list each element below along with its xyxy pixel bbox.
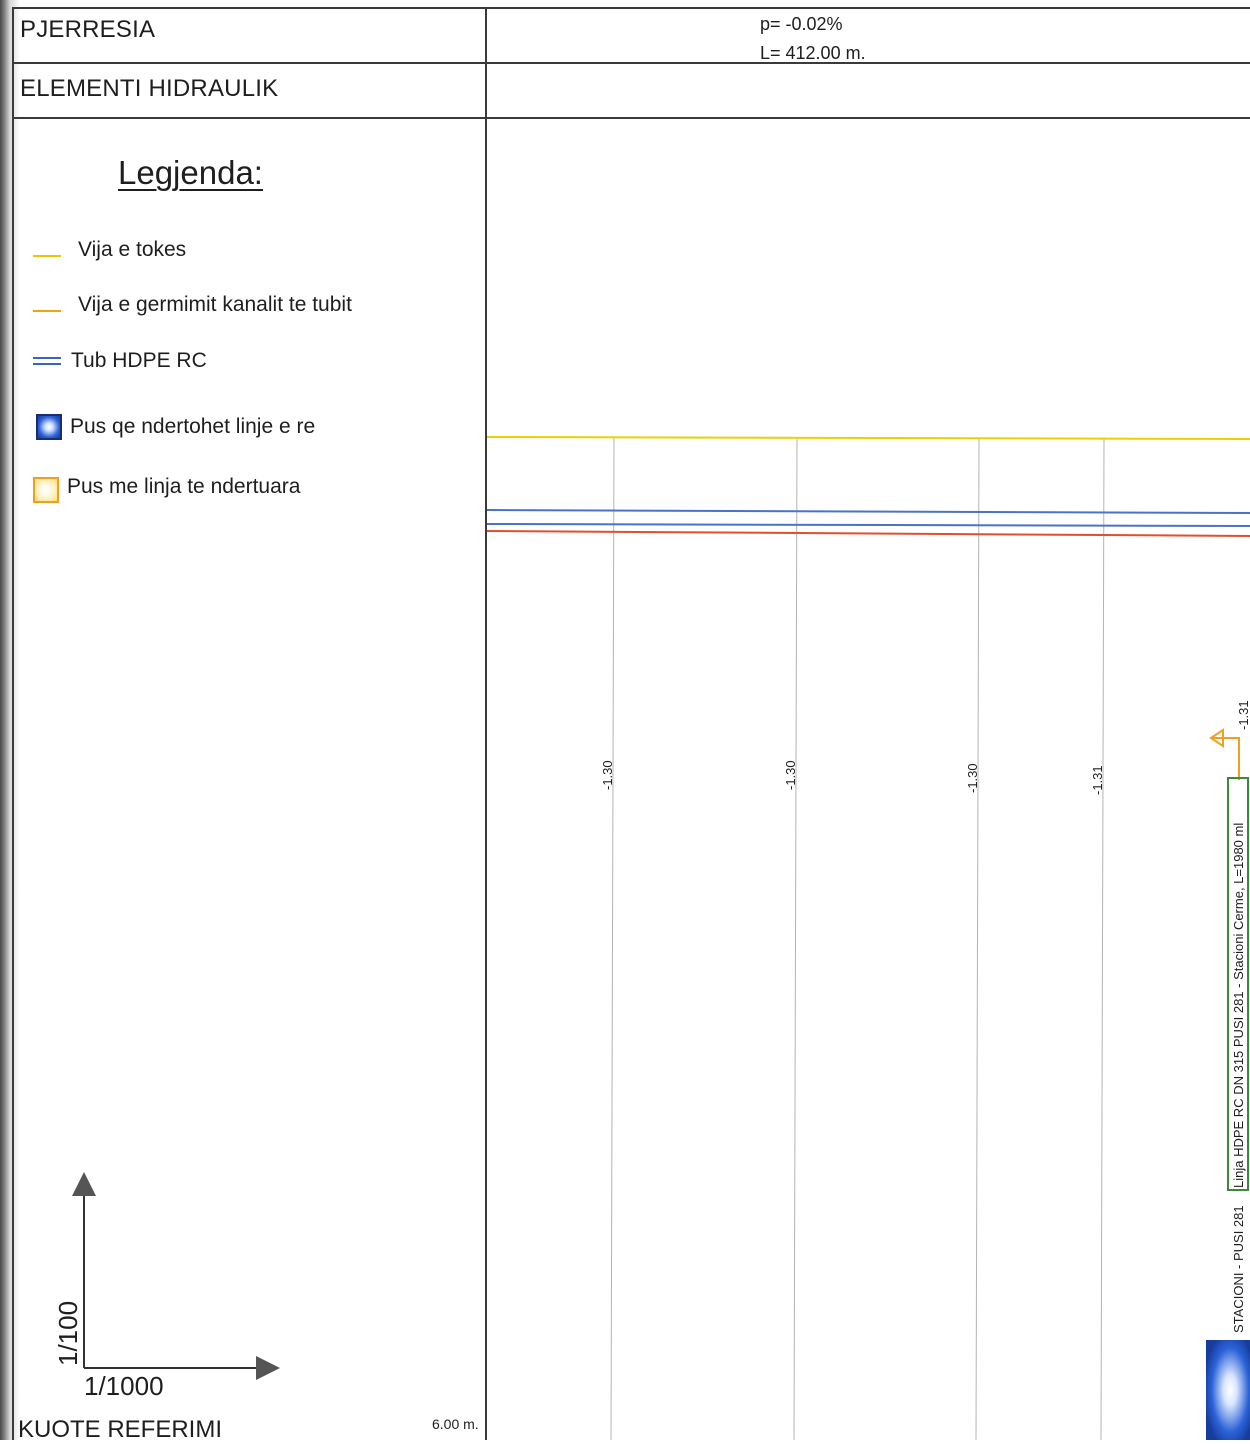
orange-line-icon bbox=[33, 310, 61, 312]
scan-edge-shadow bbox=[0, 0, 20, 1440]
depth-label: -1.31 bbox=[1236, 700, 1250, 730]
top-border bbox=[12, 7, 1250, 9]
depth-label: -1.30 bbox=[783, 760, 798, 790]
reference-value: 6.00 m. bbox=[432, 1416, 479, 1432]
well-symbol-icon bbox=[1206, 1340, 1250, 1440]
pipe-top-line bbox=[487, 509, 1250, 514]
legend-label: Pus qe ndertohet linje e re bbox=[70, 415, 316, 438]
legend-item-ground-line: Vija e tokes bbox=[33, 238, 186, 262]
row-label-hydraulic: ELEMENTI HIDRAULIK bbox=[20, 75, 279, 102]
legend-item-pipe: Tub HDPE RC bbox=[33, 349, 207, 373]
scale-axes bbox=[72, 1172, 280, 1380]
pipe-annotation-boxed: Linja HDPE RC DN 315 PUSI 281 - Stacioni… bbox=[1231, 822, 1246, 1188]
legend-label: Vija e tokes bbox=[78, 238, 187, 261]
station-line bbox=[793, 437, 798, 1440]
pipe-annotation-station: STACIONI - PUSI 281 bbox=[1231, 1205, 1246, 1333]
depth-label: -1.30 bbox=[965, 763, 980, 793]
orange-well-icon bbox=[33, 477, 59, 503]
legend-item-existing-well: Pus me linja te ndertuara bbox=[33, 471, 300, 503]
yellow-line-icon bbox=[33, 255, 61, 257]
vertical-scale-label: 1/100 bbox=[53, 1300, 83, 1366]
blue-well-icon bbox=[36, 414, 62, 440]
double-blue-line-icon bbox=[33, 357, 61, 365]
depth-label: -1.31 bbox=[1090, 765, 1105, 795]
legend-item-new-well: Pus qe ndertohet linje e re bbox=[36, 414, 315, 440]
left-border bbox=[12, 7, 14, 1440]
station-line bbox=[610, 437, 615, 1440]
slope-value: p= -0.02% bbox=[760, 14, 843, 34]
legend-title: Legjenda: bbox=[118, 154, 263, 191]
station-lines bbox=[610, 437, 1105, 1440]
annotation-leader bbox=[1213, 737, 1240, 780]
right-arrow-icon bbox=[256, 1356, 280, 1380]
depth-label: -1.30 bbox=[600, 760, 615, 790]
legend-label: Vija e germimit kanalit te tubit bbox=[78, 293, 352, 316]
length-value: L= 412.00 m. bbox=[760, 43, 866, 63]
station-line bbox=[1100, 437, 1105, 1440]
up-arrow-icon bbox=[72, 1172, 96, 1196]
ground-line bbox=[487, 436, 1250, 440]
legend-item-excavation-line: Vija e germimit kanalit te tubit bbox=[33, 293, 352, 317]
horizontal-scale-label: 1/1000 bbox=[84, 1371, 164, 1401]
legend-label: Pus me linja te ndertuara bbox=[67, 475, 301, 498]
row-label-slope: PJERRESIA bbox=[20, 16, 156, 43]
excavation-line bbox=[487, 530, 1250, 537]
legend-label: Tub HDPE RC bbox=[71, 349, 207, 372]
pipe-bottom-line bbox=[487, 523, 1250, 527]
row-divider-1 bbox=[12, 62, 1250, 64]
station-line bbox=[975, 437, 980, 1440]
